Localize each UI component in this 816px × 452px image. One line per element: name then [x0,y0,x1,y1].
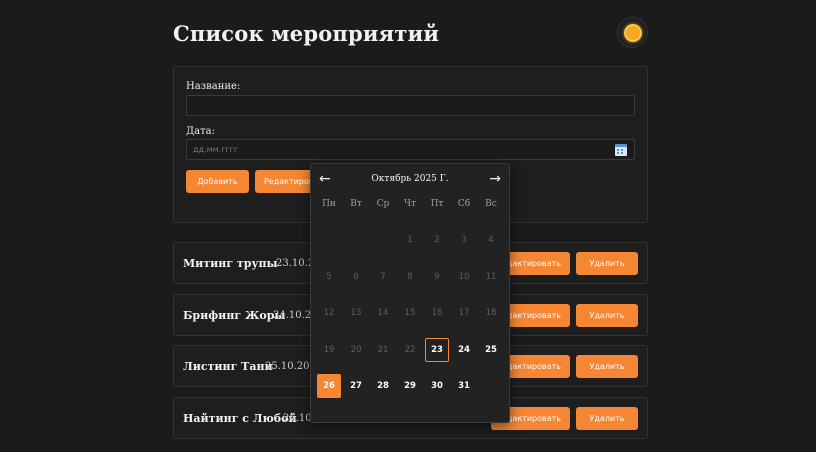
event-name: Найтинг с Любой [183,412,297,425]
name-label: Название: [186,81,241,92]
calendar-day: 5 [326,272,332,282]
calendar-day: 4 [488,235,494,245]
calendar-icon[interactable] [615,144,627,156]
delete-event-button[interactable]: Удалить [576,355,638,378]
calendar-day: 15 [404,308,416,318]
calendar-day: 8 [407,272,413,282]
calendar-day[interactable]: 24 [452,338,476,362]
calendar-day: 13 [350,308,362,318]
calendar-day: 21 [377,345,389,355]
theme-toggle-button[interactable] [617,17,648,48]
weekday-label: Вт [350,199,362,209]
calendar-day: 6 [353,272,359,282]
weekday-label: Сб [457,199,471,209]
weekday-label: Ср [376,199,390,209]
calendar-day: 11 [485,272,497,282]
calendar-day[interactable]: 29 [398,374,422,398]
calendar-day[interactable]: 25 [479,338,503,362]
calendar-day[interactable]: 26 [317,374,341,398]
date-label: Дата: [186,126,215,137]
calendar-day: 9 [434,272,440,282]
weekday-label: Пн [322,199,336,209]
calendar-day: 16 [431,308,443,318]
delete-event-button[interactable]: Удалить [576,252,638,275]
calendar-day[interactable]: 28 [371,374,395,398]
calendar-day: 18 [485,308,497,318]
calendar-day: 2 [434,235,440,245]
calendar-day: 7 [380,272,386,282]
sun-icon [625,25,640,40]
calendar-day: 14 [377,308,389,318]
calendar-day: 10 [458,272,470,282]
date-placeholder: дд.мм.гггг [193,145,239,154]
calendar-day[interactable]: 31 [452,374,476,398]
calendar-day: 19 [323,345,335,355]
calendar-day[interactable]: 30 [425,374,449,398]
edit-form-button[interactable]: Редактиров [255,170,317,193]
event-name: Листинг Тани [183,360,273,373]
name-input[interactable] [186,95,635,116]
event-name: Митинг трупы [183,257,278,270]
calendar-day: 12 [323,308,335,318]
add-button[interactable]: Добавить [186,170,249,193]
page-title: Список мероприятий [173,21,440,46]
date-input[interactable]: дд.мм.гггг [186,139,635,160]
calendar-day: 17 [458,308,470,318]
calendar-day: 1 [407,235,413,245]
weekday-label: Вс [485,199,497,209]
delete-event-button[interactable]: Удалить [576,304,638,327]
event-name: Брифинг Жоры [183,309,286,322]
calendar-day: 20 [350,345,362,355]
calendar-day[interactable]: 23 [425,338,449,362]
weekday-label: Пт [430,199,444,209]
calendar-day[interactable]: 27 [344,374,368,398]
datepicker-popup: ← Октябрь 2025 Г. → Пн Вт Ср Чт Пт Сб Вс 1 2 3 4 5 6… [310,163,510,423]
calendar-day: 22 [404,345,416,355]
next-month-button[interactable]: → [489,171,501,187]
calendar-day: 3 [461,235,467,245]
weekday-label: Чт [404,199,416,209]
month-label: Октябрь 2025 Г. [371,174,449,184]
delete-event-button[interactable]: Удалить [576,407,638,430]
